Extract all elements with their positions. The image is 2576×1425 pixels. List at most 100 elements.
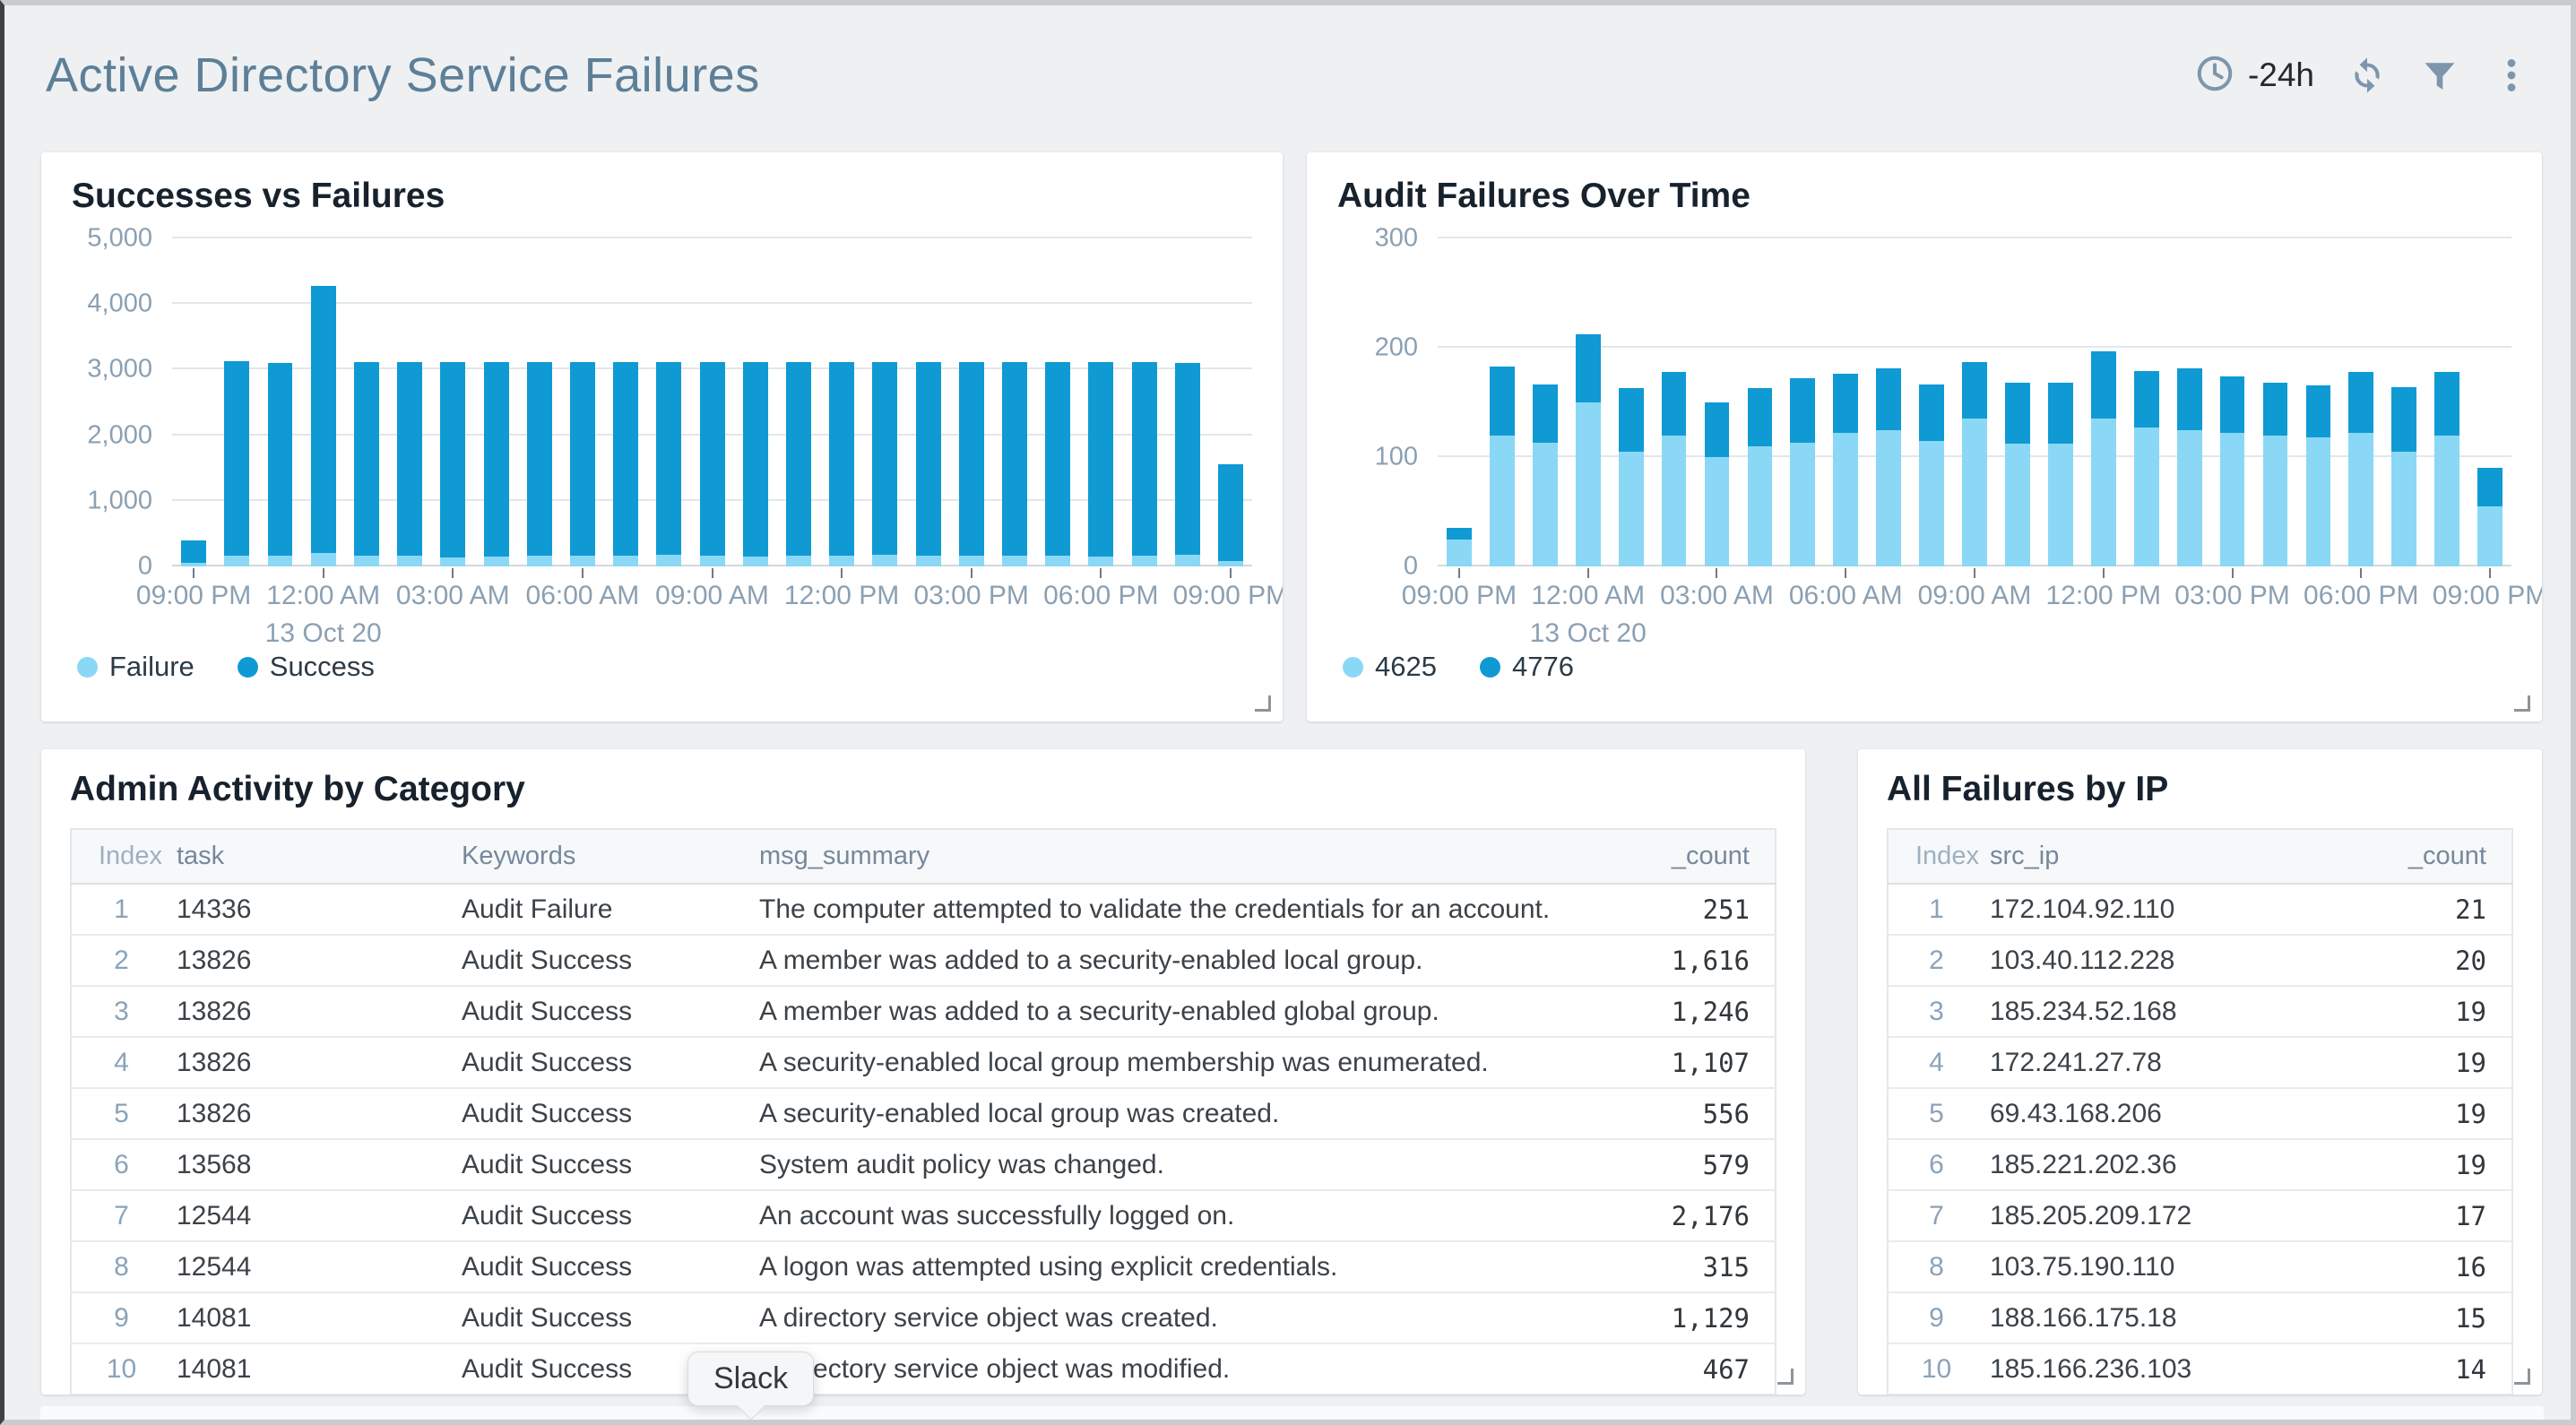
- panel-resize-handle[interactable]: [1255, 695, 1271, 712]
- bar-segment-failure[interactable]: [484, 557, 509, 566]
- bar-segment-4776[interactable]: [1876, 368, 1901, 429]
- column-header-index[interactable]: Index: [1888, 829, 1984, 884]
- legend-item[interactable]: 4625: [1343, 651, 1437, 683]
- stacked-bar[interactable]: [1833, 238, 1858, 566]
- bar-segment-success[interactable]: [440, 362, 465, 557]
- stacked-bar[interactable]: [1876, 238, 1901, 566]
- panel-resize-handle[interactable]: [1777, 1369, 1794, 1385]
- bar-segment-failure[interactable]: [1002, 556, 1027, 566]
- column-header-count[interactable]: _count: [1616, 829, 1776, 884]
- stacked-bar[interactable]: [1447, 238, 1472, 566]
- bar-segment-4625[interactable]: [1533, 443, 1558, 566]
- bar-segment-failure[interactable]: [1175, 555, 1200, 566]
- bar-segment-4776[interactable]: [2048, 383, 2073, 444]
- stacked-bar[interactable]: [1045, 238, 1070, 566]
- stacked-bar[interactable]: [872, 238, 897, 566]
- stacked-bar[interactable]: [2220, 238, 2245, 566]
- bar-segment-4625[interactable]: [1876, 430, 1901, 567]
- stacked-bar[interactable]: [1088, 238, 1113, 566]
- stacked-bar[interactable]: [1619, 238, 1644, 566]
- stacked-bar[interactable]: [1490, 238, 1515, 566]
- bar-segment-4625[interactable]: [2434, 436, 2459, 566]
- stacked-bar[interactable]: [354, 238, 379, 566]
- bar-segment-4625[interactable]: [1962, 419, 1987, 566]
- bar-segment-4776[interactable]: [2220, 376, 2245, 433]
- bar-segment-success[interactable]: [1175, 363, 1200, 555]
- bar-segment-4776[interactable]: [2177, 368, 2202, 429]
- stacked-bar[interactable]: [2477, 238, 2503, 566]
- bar-segment-4776[interactable]: [1919, 384, 1944, 440]
- bar-segment-4776[interactable]: [1619, 388, 1644, 452]
- bar-segment-4625[interactable]: [1748, 446, 1773, 566]
- bar-segment-failure[interactable]: [311, 553, 336, 566]
- bar-segment-failure[interactable]: [1132, 556, 1157, 566]
- bar-segment-4776[interactable]: [2134, 371, 2159, 428]
- bar-segment-failure[interactable]: [872, 555, 897, 566]
- bar-segment-4776[interactable]: [2348, 372, 2373, 433]
- bar-segment-4625[interactable]: [2477, 506, 2503, 566]
- bar-segment-4625[interactable]: [2005, 444, 2030, 566]
- bar-segment-success[interactable]: [354, 362, 379, 556]
- stacked-bar[interactable]: [700, 238, 725, 566]
- stacked-bar[interactable]: [916, 238, 941, 566]
- bar-segment-success[interactable]: [1002, 362, 1027, 556]
- stacked-bar[interactable]: [613, 238, 638, 566]
- bar-segment-4776[interactable]: [1662, 372, 1687, 436]
- bar-segment-4625[interactable]: [2134, 428, 2159, 566]
- bar-segment-4625[interactable]: [2391, 452, 2416, 566]
- bar-segment-4625[interactable]: [1662, 436, 1687, 566]
- bar-segment-4625[interactable]: [2048, 444, 2073, 566]
- stacked-bar[interactable]: [2091, 238, 2116, 566]
- bar-segment-4625[interactable]: [1619, 452, 1644, 566]
- bar-segment-failure[interactable]: [656, 555, 681, 566]
- bar-segment-4776[interactable]: [2005, 383, 2030, 444]
- bar-segment-4625[interactable]: [2263, 436, 2288, 566]
- bar-segment-success[interactable]: [527, 362, 552, 556]
- bar-segment-4776[interactable]: [1705, 402, 1730, 457]
- legend-item[interactable]: Failure: [77, 651, 194, 683]
- bar-segment-4625[interactable]: [2306, 437, 2331, 566]
- bar-segment-4625[interactable]: [2348, 433, 2373, 566]
- stacked-bar[interactable]: [829, 238, 854, 566]
- bar-segment-failure[interactable]: [570, 556, 595, 566]
- stacked-bar[interactable]: [1132, 238, 1157, 566]
- bar-segment-success[interactable]: [916, 362, 941, 556]
- bar-segment-failure[interactable]: [224, 556, 249, 566]
- bar-segment-4625[interactable]: [1919, 441, 1944, 566]
- stacked-bar[interactable]: [527, 238, 552, 566]
- stacked-bar[interactable]: [2434, 238, 2459, 566]
- bar-segment-success[interactable]: [397, 362, 422, 555]
- bar-segment-failure[interactable]: [700, 556, 725, 566]
- column-header-task[interactable]: task: [171, 829, 456, 884]
- bar-segment-success[interactable]: [1218, 464, 1243, 561]
- stacked-bar[interactable]: [2048, 238, 2073, 566]
- bar-segment-4625[interactable]: [1833, 433, 1858, 566]
- refresh-button[interactable]: [2347, 55, 2388, 96]
- stacked-bar[interactable]: [2348, 238, 2373, 566]
- bar-segment-success[interactable]: [743, 362, 768, 557]
- stacked-bar[interactable]: [1218, 238, 1243, 566]
- stacked-bar[interactable]: [2263, 238, 2288, 566]
- bar-segment-success[interactable]: [484, 362, 509, 557]
- bar-segment-failure[interactable]: [916, 556, 941, 566]
- stacked-bar[interactable]: [2306, 238, 2331, 566]
- bar-segment-failure[interactable]: [829, 556, 854, 566]
- stacked-bar[interactable]: [181, 238, 206, 566]
- column-header-keywords[interactable]: Keywords: [456, 829, 754, 884]
- column-header-msg_summary[interactable]: msg_summary: [754, 829, 1616, 884]
- bar-segment-failure[interactable]: [440, 557, 465, 566]
- bar-segment-failure[interactable]: [268, 556, 293, 566]
- panel-resize-handle[interactable]: [2514, 1369, 2530, 1385]
- bar-segment-success[interactable]: [829, 362, 854, 555]
- column-header-src_ip[interactable]: src_ip: [1984, 829, 2394, 884]
- bar-segment-success[interactable]: [1132, 362, 1157, 556]
- bar-segment-failure[interactable]: [786, 556, 811, 566]
- bar-segment-success[interactable]: [1088, 362, 1113, 557]
- stacked-bar[interactable]: [959, 238, 984, 566]
- bar-segment-success[interactable]: [570, 362, 595, 555]
- bar-segment-success[interactable]: [311, 286, 336, 554]
- bar-segment-4625[interactable]: [2091, 419, 2116, 566]
- stacked-bar[interactable]: [1748, 238, 1773, 566]
- stacked-bar[interactable]: [311, 238, 336, 566]
- bar-segment-4625[interactable]: [1447, 540, 1472, 567]
